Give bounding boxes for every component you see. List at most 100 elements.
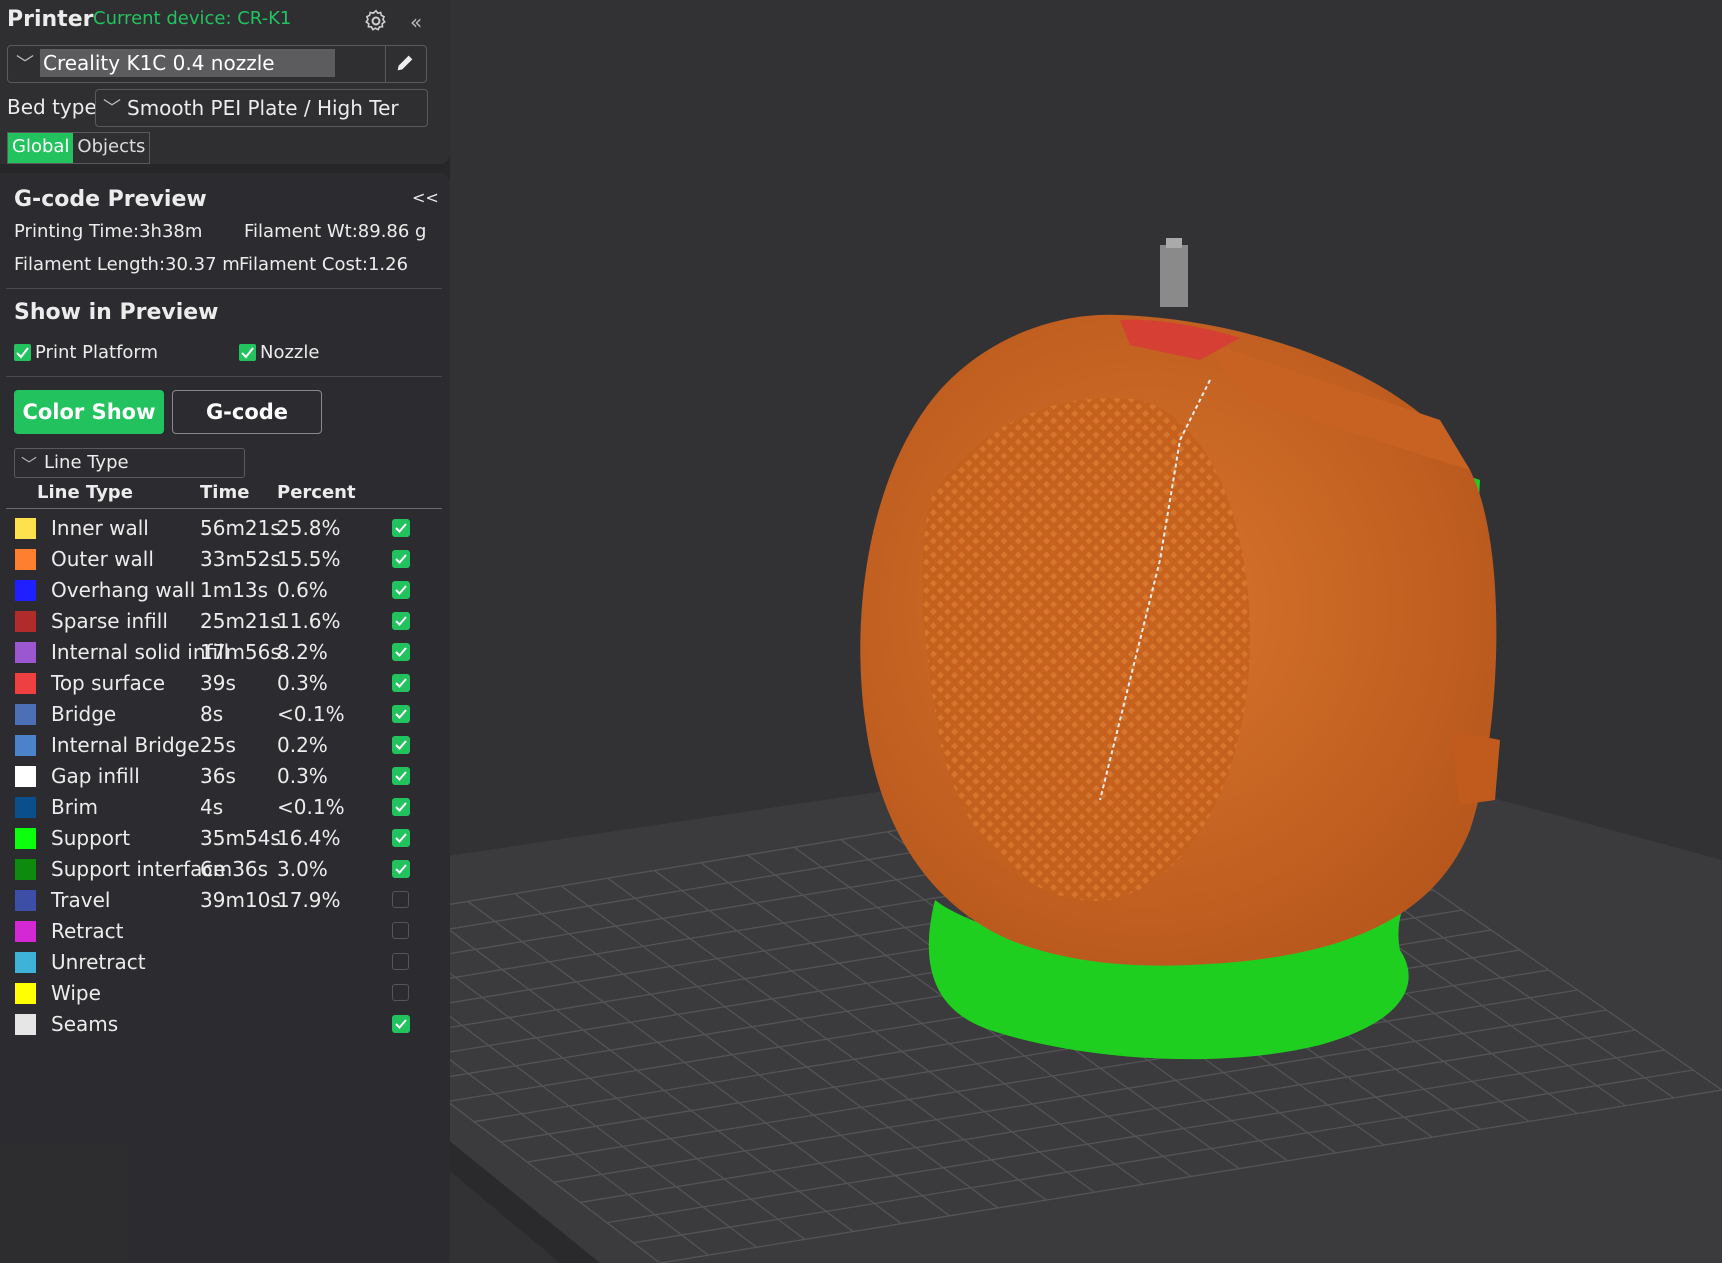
nozzle-label: Nozzle: [260, 342, 320, 363]
table-row: Wipe: [0, 978, 450, 1009]
chevron-down-icon: ﹀: [21, 455, 38, 474]
printer-panel: Printer Current device: CR-K1 « ﹀ Creali…: [0, 0, 450, 164]
bed-type-value: Smooth PEI Plate / High Ter: [127, 96, 399, 120]
line-type-visibility-checkbox[interactable]: [392, 674, 410, 692]
filament-weight: Filament Wt:89.86 g: [244, 221, 427, 242]
line-type-time: 6m36s: [200, 857, 269, 881]
line-type-visibility-checkbox[interactable]: [392, 891, 409, 908]
print-platform-checkbox[interactable]: [14, 344, 31, 361]
chevron-down-icon: ﹀: [16, 54, 34, 75]
line-type-time: 56m21s: [200, 516, 281, 540]
table-row: Gap infill 36s 0.3%: [0, 761, 450, 792]
bed-type-select[interactable]: ﹀ Smooth PEI Plate / High Ter: [95, 89, 428, 127]
line-type-color-swatch[interactable]: [15, 642, 36, 663]
tab-objects[interactable]: Objects: [73, 133, 149, 163]
line-type-visibility-checkbox[interactable]: [392, 767, 410, 785]
gear-icon[interactable]: [363, 8, 389, 38]
line-type-color-swatch[interactable]: [15, 735, 36, 756]
line-type-color-swatch[interactable]: [15, 859, 36, 880]
line-type-percent: 0.3%: [277, 671, 328, 695]
line-type-visibility-checkbox[interactable]: [392, 643, 410, 661]
line-type-color-swatch[interactable]: [15, 611, 36, 632]
line-type-color-swatch[interactable]: [15, 828, 36, 849]
gcode-button[interactable]: G-code: [172, 390, 322, 434]
line-type-name: Seams: [51, 1012, 119, 1036]
line-type-time: 25s: [200, 733, 236, 757]
table-row: Sparse infill 25m21s 11.6%: [0, 606, 450, 637]
line-type-percent: 0.6%: [277, 578, 328, 602]
line-type-visibility-checkbox[interactable]: [392, 581, 410, 599]
gcode-preview-title: G-code Preview: [14, 187, 207, 212]
line-type-visibility-checkbox[interactable]: [392, 550, 410, 568]
line-type-time: 17m56s: [200, 640, 281, 664]
line-type-visibility-checkbox[interactable]: [392, 953, 409, 970]
line-type-visibility-checkbox[interactable]: [392, 798, 410, 816]
line-type-visibility-checkbox[interactable]: [392, 860, 410, 878]
line-type-percent: <0.1%: [277, 795, 345, 819]
line-type-color-swatch[interactable]: [15, 704, 36, 725]
line-type-name: Gap infill: [51, 764, 140, 788]
col-header-time: Time: [200, 482, 250, 503]
line-type-color-swatch[interactable]: [15, 518, 36, 539]
line-type-name: Overhang wall: [51, 578, 196, 602]
line-type-name: Outer wall: [51, 547, 154, 571]
printer-preset-select[interactable]: ﹀ Creality K1C 0.4 nozzle: [7, 45, 427, 83]
print-platform-label: Print Platform: [35, 342, 159, 363]
current-device: Current device: CR-K1: [93, 8, 292, 29]
line-type-name: Travel: [51, 888, 111, 912]
collapse-sidebar-button[interactable]: «: [410, 10, 422, 34]
divider: [6, 376, 442, 377]
collapse-panel-button[interactable]: <<: [412, 188, 439, 207]
line-type-color-swatch[interactable]: [15, 890, 36, 911]
line-type-name: Bridge: [51, 702, 117, 726]
line-type-color-swatch[interactable]: [15, 983, 36, 1004]
divider: [6, 288, 442, 289]
line-type-visibility-checkbox[interactable]: [392, 705, 410, 723]
tab-global[interactable]: Global: [8, 133, 74, 163]
edit-pencil-icon[interactable]: [394, 52, 416, 78]
table-row: Seams: [0, 1009, 450, 1040]
line-type-color-swatch[interactable]: [15, 952, 36, 973]
line-type-name: Retract: [51, 919, 124, 943]
table-row: Top surface 39s 0.3%: [0, 668, 450, 699]
line-type-percent: 11.6%: [277, 609, 341, 633]
line-type-time: 1m13s: [200, 578, 269, 602]
line-type-name: Unretract: [51, 950, 146, 974]
line-type-visibility-checkbox[interactable]: [392, 612, 410, 630]
line-type-select[interactable]: ﹀ Line Type: [14, 448, 245, 478]
line-type-color-swatch[interactable]: [15, 921, 36, 942]
line-type-name: Internal Bridge: [51, 733, 200, 757]
nozzle-checkbox[interactable]: [239, 344, 256, 361]
table-row: Internal Bridge 25s 0.2%: [0, 730, 450, 761]
table-row: Retract: [0, 916, 450, 947]
gcode-preview-panel: G-code Preview << Printing Time:3h38m Fi…: [0, 173, 450, 1263]
chevron-down-icon: ﹀: [103, 98, 121, 119]
table-row: Support interface 6m36s 3.0%: [0, 854, 450, 885]
printer-title: Printer: [7, 7, 94, 32]
line-type-color-swatch[interactable]: [15, 673, 36, 694]
line-type-color-swatch[interactable]: [15, 766, 36, 787]
bed-type-label: Bed type: [7, 95, 97, 119]
table-row: Unretract: [0, 947, 450, 978]
color-show-button[interactable]: Color Show: [14, 390, 164, 434]
line-type-color-swatch[interactable]: [15, 797, 36, 818]
line-type-percent: 16.4%: [277, 826, 341, 850]
line-type-select-value: Line Type: [44, 452, 129, 473]
line-type-color-swatch[interactable]: [15, 580, 36, 601]
line-type-visibility-checkbox[interactable]: [392, 829, 410, 847]
line-type-visibility-checkbox[interactable]: [392, 922, 409, 939]
line-type-visibility-checkbox[interactable]: [392, 1015, 410, 1033]
line-type-time: 36s: [200, 764, 236, 788]
table-row: Outer wall 33m52s 15.5%: [0, 544, 450, 575]
line-type-name: Sparse infill: [51, 609, 168, 633]
line-type-visibility-checkbox[interactable]: [392, 736, 410, 754]
line-type-color-swatch[interactable]: [15, 549, 36, 570]
line-type-visibility-checkbox[interactable]: [392, 519, 410, 537]
line-type-name: Top surface: [51, 671, 166, 695]
filament-cost: Filament Cost:1.26: [239, 254, 409, 275]
table-row: Travel 39m10s 17.9%: [0, 885, 450, 916]
line-type-visibility-checkbox[interactable]: [392, 984, 409, 1001]
line-type-name: Brim: [51, 795, 98, 819]
table-row: Bridge 8s <0.1%: [0, 699, 450, 730]
line-type-color-swatch[interactable]: [15, 1014, 36, 1035]
